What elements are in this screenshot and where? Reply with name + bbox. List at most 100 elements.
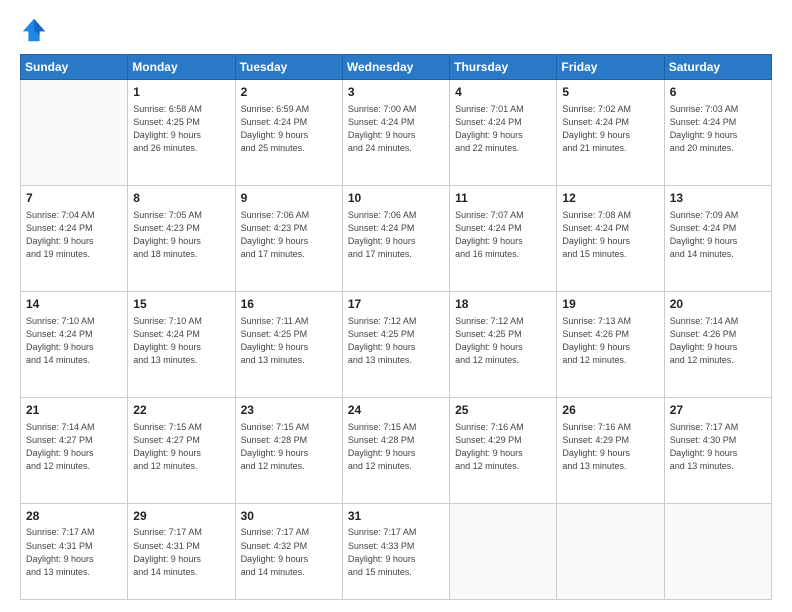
day-info: Sunrise: 7:15 AMSunset: 4:28 PMDaylight:… bbox=[241, 421, 337, 473]
day-info: Sunrise: 7:07 AMSunset: 4:24 PMDaylight:… bbox=[455, 209, 551, 261]
header bbox=[20, 16, 772, 44]
day-number: 18 bbox=[455, 296, 551, 313]
calendar-cell: 31Sunrise: 7:17 AMSunset: 4:33 PMDayligh… bbox=[342, 503, 449, 599]
calendar-cell: 25 Sunrise: 7:16 AMSunset: 4:29 PMDayligh… bbox=[450, 397, 557, 503]
day-info: Sunrise: 7:17 AMSunset: 4:30 PMDaylight:… bbox=[670, 421, 766, 473]
calendar-cell: 15 Sunrise: 7:10 AMSunset: 4:24 PMDayligh… bbox=[128, 291, 235, 397]
day-number: 4 bbox=[455, 84, 551, 101]
day-number: 1 bbox=[133, 84, 229, 101]
calendar-cell bbox=[21, 80, 128, 186]
calendar-week-4: 28Sunrise: 7:17 AMSunset: 4:31 PMDayligh… bbox=[21, 503, 772, 599]
calendar-cell: 1 Sunrise: 6:58 AMSunset: 4:25 PMDaylight… bbox=[128, 80, 235, 186]
calendar-cell: 30Sunrise: 7:17 AMSunset: 4:32 PMDayligh… bbox=[235, 503, 342, 599]
calendar-cell: 17 Sunrise: 7:12 AMSunset: 4:25 PMDayligh… bbox=[342, 291, 449, 397]
day-number: 24 bbox=[348, 402, 444, 419]
day-info: Sunrise: 7:17 AMSunset: 4:32 PMDaylight:… bbox=[241, 526, 337, 578]
calendar-header-saturday: Saturday bbox=[664, 55, 771, 80]
day-number: 25 bbox=[455, 402, 551, 419]
calendar-week-1: 7Sunrise: 7:04 AMSunset: 4:24 PMDaylight… bbox=[21, 185, 772, 291]
calendar-cell: 16 Sunrise: 7:11 AMSunset: 4:25 PMDayligh… bbox=[235, 291, 342, 397]
day-info: Sunrise: 7:17 AMSunset: 4:31 PMDaylight:… bbox=[26, 526, 122, 578]
day-info: Sunrise: 7:12 AMSunset: 4:25 PMDaylight:… bbox=[455, 315, 551, 367]
day-number: 16 bbox=[241, 296, 337, 313]
calendar-cell: 13 Sunrise: 7:09 AMSunset: 4:24 PMDayligh… bbox=[664, 185, 771, 291]
day-number: 21 bbox=[26, 402, 122, 419]
day-number: 13 bbox=[670, 190, 766, 207]
calendar-cell: 18 Sunrise: 7:12 AMSunset: 4:25 PMDayligh… bbox=[450, 291, 557, 397]
day-number: 23 bbox=[241, 402, 337, 419]
day-info: Sunrise: 6:58 AMSunset: 4:25 PMDaylight:… bbox=[133, 103, 229, 155]
day-info: Sunrise: 7:14 AMSunset: 4:26 PMDaylight:… bbox=[670, 315, 766, 367]
day-info: Sunrise: 7:16 AMSunset: 4:29 PMDaylight:… bbox=[562, 421, 658, 473]
calendar-cell: 20 Sunrise: 7:14 AMSunset: 4:26 PMDayligh… bbox=[664, 291, 771, 397]
day-number: 15 bbox=[133, 296, 229, 313]
calendar-week-3: 21 Sunrise: 7:14 AMSunset: 4:27 PMDayligh… bbox=[21, 397, 772, 503]
day-number: 12 bbox=[562, 190, 658, 207]
day-number: 8 bbox=[133, 190, 229, 207]
day-info: Sunrise: 7:05 AMSunset: 4:23 PMDaylight:… bbox=[133, 209, 229, 261]
calendar-cell: 28Sunrise: 7:17 AMSunset: 4:31 PMDayligh… bbox=[21, 503, 128, 599]
day-info: Sunrise: 7:14 AMSunset: 4:27 PMDaylight:… bbox=[26, 421, 122, 473]
day-number: 26 bbox=[562, 402, 658, 419]
calendar-cell: 14Sunrise: 7:10 AMSunset: 4:24 PMDayligh… bbox=[21, 291, 128, 397]
calendar-cell: 23 Sunrise: 7:15 AMSunset: 4:28 PMDayligh… bbox=[235, 397, 342, 503]
day-info: Sunrise: 7:10 AMSunset: 4:24 PMDaylight:… bbox=[133, 315, 229, 367]
day-number: 7 bbox=[26, 190, 122, 207]
calendar-cell: 2Sunrise: 6:59 AMSunset: 4:24 PMDaylight… bbox=[235, 80, 342, 186]
day-number: 27 bbox=[670, 402, 766, 419]
day-number: 19 bbox=[562, 296, 658, 313]
day-info: Sunrise: 7:15 AMSunset: 4:28 PMDaylight:… bbox=[348, 421, 444, 473]
calendar-cell: 4Sunrise: 7:01 AMSunset: 4:24 PMDaylight… bbox=[450, 80, 557, 186]
day-info: Sunrise: 7:17 AMSunset: 4:31 PMDaylight:… bbox=[133, 526, 229, 578]
day-number: 31 bbox=[348, 508, 444, 525]
day-number: 20 bbox=[670, 296, 766, 313]
day-info: Sunrise: 7:08 AMSunset: 4:24 PMDaylight:… bbox=[562, 209, 658, 261]
day-info: Sunrise: 7:09 AMSunset: 4:24 PMDaylight:… bbox=[670, 209, 766, 261]
calendar-cell: 6 Sunrise: 7:03 AMSunset: 4:24 PMDaylight… bbox=[664, 80, 771, 186]
calendar-week-0: 1 Sunrise: 6:58 AMSunset: 4:25 PMDaylight… bbox=[21, 80, 772, 186]
day-number: 28 bbox=[26, 508, 122, 525]
page: SundayMondayTuesdayWednesdayThursdayFrid… bbox=[0, 0, 792, 612]
calendar-header-row: SundayMondayTuesdayWednesdayThursdayFrid… bbox=[21, 55, 772, 80]
calendar-cell bbox=[557, 503, 664, 599]
day-number: 30 bbox=[241, 508, 337, 525]
calendar-cell: 11 Sunrise: 7:07 AMSunset: 4:24 PMDayligh… bbox=[450, 185, 557, 291]
day-number: 6 bbox=[670, 84, 766, 101]
day-number: 5 bbox=[562, 84, 658, 101]
calendar-cell: 8 Sunrise: 7:05 AMSunset: 4:23 PMDaylight… bbox=[128, 185, 235, 291]
calendar-cell bbox=[664, 503, 771, 599]
calendar-cell: 12 Sunrise: 7:08 AMSunset: 4:24 PMDayligh… bbox=[557, 185, 664, 291]
calendar-cell: 10Sunrise: 7:06 AMSunset: 4:24 PMDayligh… bbox=[342, 185, 449, 291]
day-info: Sunrise: 7:17 AMSunset: 4:33 PMDaylight:… bbox=[348, 526, 444, 578]
day-info: Sunrise: 7:15 AMSunset: 4:27 PMDaylight:… bbox=[133, 421, 229, 473]
calendar-cell: 22Sunrise: 7:15 AMSunset: 4:27 PMDayligh… bbox=[128, 397, 235, 503]
calendar-cell: 5Sunrise: 7:02 AMSunset: 4:24 PMDaylight… bbox=[557, 80, 664, 186]
day-number: 11 bbox=[455, 190, 551, 207]
day-info: Sunrise: 7:06 AMSunset: 4:24 PMDaylight:… bbox=[348, 209, 444, 261]
day-info: Sunrise: 7:10 AMSunset: 4:24 PMDaylight:… bbox=[26, 315, 122, 367]
calendar-header-thursday: Thursday bbox=[450, 55, 557, 80]
day-number: 9 bbox=[241, 190, 337, 207]
day-info: Sunrise: 7:12 AMSunset: 4:25 PMDaylight:… bbox=[348, 315, 444, 367]
calendar-cell: 24 Sunrise: 7:15 AMSunset: 4:28 PMDayligh… bbox=[342, 397, 449, 503]
day-info: Sunrise: 6:59 AMSunset: 4:24 PMDaylight:… bbox=[241, 103, 337, 155]
calendar-table: SundayMondayTuesdayWednesdayThursdayFrid… bbox=[20, 54, 772, 600]
logo-icon bbox=[20, 16, 48, 44]
calendar-cell: 3 Sunrise: 7:00 AMSunset: 4:24 PMDaylight… bbox=[342, 80, 449, 186]
day-info: Sunrise: 7:16 AMSunset: 4:29 PMDaylight:… bbox=[455, 421, 551, 473]
day-number: 17 bbox=[348, 296, 444, 313]
calendar-cell: 7Sunrise: 7:04 AMSunset: 4:24 PMDaylight… bbox=[21, 185, 128, 291]
calendar-cell: 9Sunrise: 7:06 AMSunset: 4:23 PMDaylight… bbox=[235, 185, 342, 291]
calendar-header-monday: Monday bbox=[128, 55, 235, 80]
calendar-cell: 27 Sunrise: 7:17 AMSunset: 4:30 PMDayligh… bbox=[664, 397, 771, 503]
calendar-cell bbox=[450, 503, 557, 599]
day-number: 3 bbox=[348, 84, 444, 101]
day-info: Sunrise: 7:00 AMSunset: 4:24 PMDaylight:… bbox=[348, 103, 444, 155]
day-info: Sunrise: 7:11 AMSunset: 4:25 PMDaylight:… bbox=[241, 315, 337, 367]
day-info: Sunrise: 7:03 AMSunset: 4:24 PMDaylight:… bbox=[670, 103, 766, 155]
calendar-cell: 21 Sunrise: 7:14 AMSunset: 4:27 PMDayligh… bbox=[21, 397, 128, 503]
calendar-cell: 29Sunrise: 7:17 AMSunset: 4:31 PMDayligh… bbox=[128, 503, 235, 599]
calendar-week-2: 14Sunrise: 7:10 AMSunset: 4:24 PMDayligh… bbox=[21, 291, 772, 397]
calendar-header-tuesday: Tuesday bbox=[235, 55, 342, 80]
calendar-header-wednesday: Wednesday bbox=[342, 55, 449, 80]
